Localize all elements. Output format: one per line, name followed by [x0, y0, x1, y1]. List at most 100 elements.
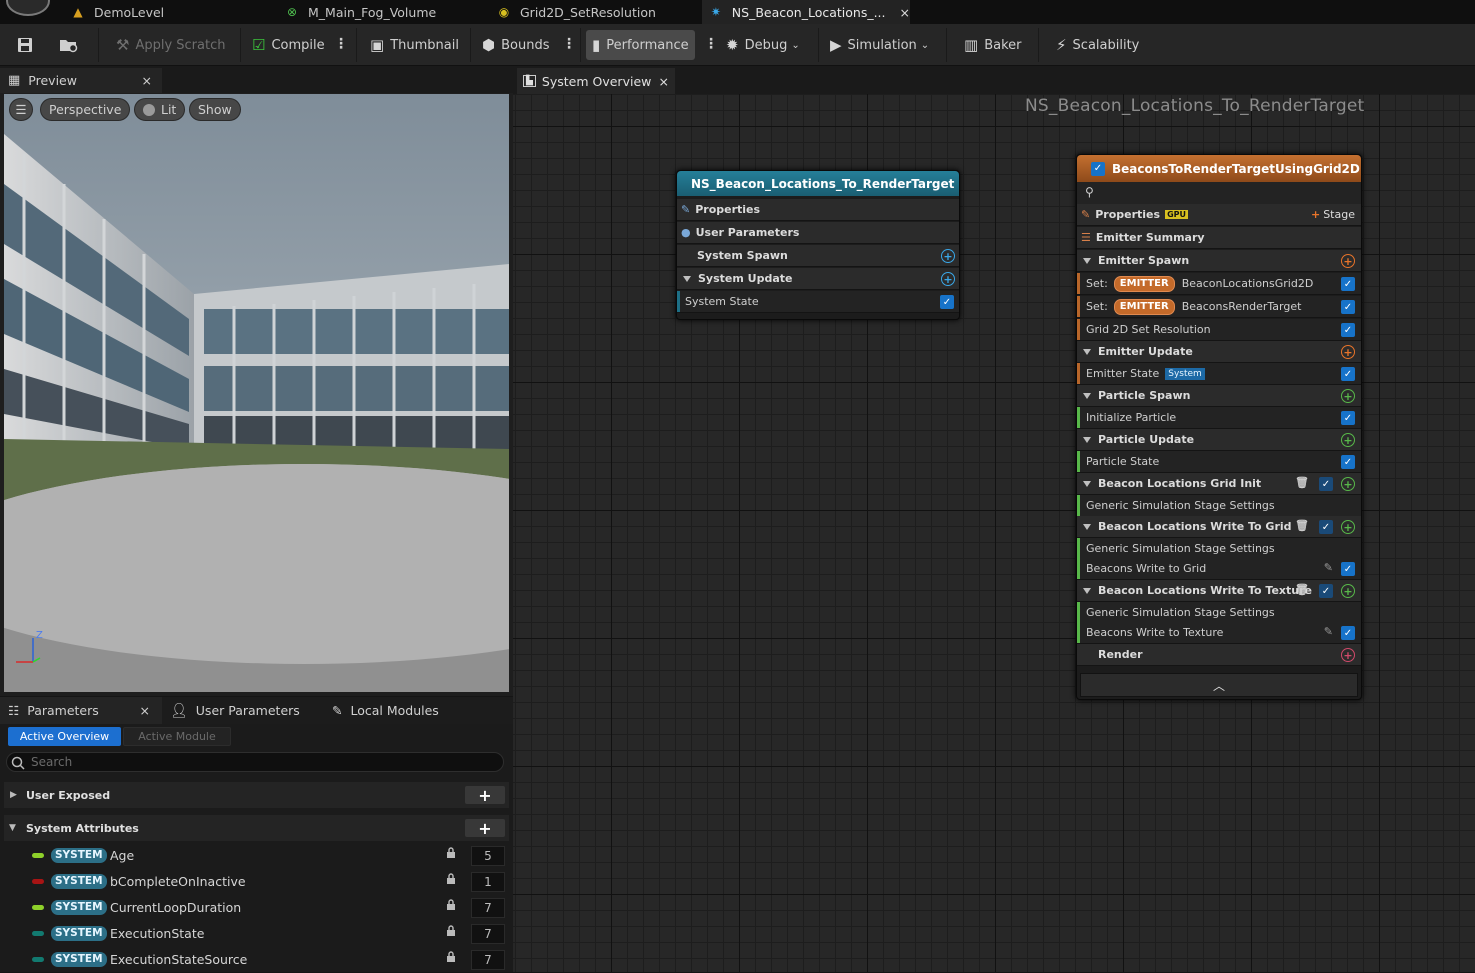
emitter-node-header[interactable]: ✓ BeaconsToRenderTargetUsingGrid2D [1077, 155, 1361, 182]
attribute-value-field[interactable]: 7 [471, 924, 505, 944]
generic-settings-row[interactable]: Generic Simulation Stage Settings [1077, 538, 1361, 560]
preview-viewport[interactable]: ☰ Perspective Lit Show Z [4, 94, 509, 692]
apply-scratch-button[interactable]: ⚒ Apply Scratch [110, 30, 231, 60]
attribute-value-field[interactable]: 7 [471, 898, 505, 918]
emitter-state-row[interactable]: Emitter State System ✓ [1077, 363, 1361, 385]
emitter-properties-row[interactable]: ✎ Properties GPU + Stage [1077, 204, 1361, 226]
tab-fog-volume[interactable]: ⊗ M_Main_Fog_Volume [284, 0, 484, 24]
parameters-close-icon[interactable]: × [140, 703, 150, 718]
thumbnail-button[interactable]: ▣ Thumbnail [364, 30, 465, 60]
system-attribute-row[interactable]: SYSTEM ExecutionStateSource 7 [0, 947, 513, 973]
add-module-icon[interactable]: + [941, 249, 955, 263]
active-overview-button[interactable]: Active Overview [8, 727, 121, 746]
add-module-icon[interactable]: + [941, 272, 955, 286]
tab-local-modules[interactable]: ✎ Local Modules [332, 697, 439, 724]
performance-options-icon[interactable]: ⋮ [704, 36, 718, 52]
particle-state-row[interactable]: Particle State ✓ [1077, 451, 1361, 473]
grid2d-set-resolution-row[interactable]: Grid 2D Set Resolution ✓ [1077, 319, 1361, 341]
enable-checkbox[interactable]: ✓ [1341, 411, 1355, 425]
attribute-value-field[interactable]: 5 [471, 846, 505, 866]
browse-button[interactable] [52, 30, 86, 60]
search-input[interactable]: Search [6, 752, 504, 772]
add-module-icon[interactable]: + [1341, 254, 1355, 268]
simulation-dropdown[interactable]: ▶ Simulation ⌄ [824, 30, 935, 60]
stage-grid-init-row[interactable]: Beacon Locations Grid Init 🗑︎ ✓ + [1077, 473, 1361, 495]
enable-checkbox[interactable]: ✓ [1341, 300, 1355, 314]
trash-icon[interactable]: 🗑︎ [1295, 519, 1309, 532]
emitter-enable-checkbox[interactable]: ✓ [1091, 161, 1105, 176]
add-stage-button[interactable]: + Stage [1311, 208, 1355, 221]
system-node[interactable]: NS_Beacon_Locations_To_RenderTarget ✎ Pr… [676, 170, 960, 320]
add-system-attribute-button[interactable]: + [465, 819, 505, 838]
enable-checkbox[interactable]: ✓ [1319, 477, 1333, 491]
enable-checkbox[interactable]: ✓ [1341, 277, 1355, 291]
compile-options-icon[interactable]: ⋮ [334, 36, 348, 52]
enable-checkbox[interactable]: ✓ [1319, 584, 1333, 598]
set-beacon-locations-grid-row[interactable]: Set: EMITTER BeaconLocationsGrid2D ✓ [1077, 273, 1361, 295]
add-user-exposed-button[interactable]: + [465, 786, 505, 805]
trash-icon[interactable]: 🗑︎ [1295, 476, 1309, 489]
collapse-node-button[interactable]: ︿ [1080, 673, 1358, 697]
trash-icon[interactable]: 🗑︎ [1295, 583, 1309, 596]
enable-checkbox[interactable]: ✓ [1341, 562, 1355, 576]
tab-parameters[interactable]: ☷ Parameters × [0, 697, 162, 724]
section-system-attributes[interactable]: ▼ System Attributes + [4, 815, 509, 841]
debug-dropdown[interactable]: ✹ Debug ⌄ [720, 30, 806, 60]
system-state-row[interactable]: System State ✓ [677, 291, 959, 313]
add-module-icon[interactable]: + [1341, 433, 1355, 447]
particle-spawn-row[interactable]: Particle Spawn + [1077, 385, 1361, 407]
add-renderer-icon[interactable]: + [1341, 648, 1355, 662]
add-module-icon[interactable]: + [1341, 389, 1355, 403]
attribute-value-field[interactable]: 7 [471, 950, 505, 970]
particle-update-row[interactable]: Particle Update + [1077, 429, 1361, 451]
stage-write-to-texture-row[interactable]: Beacon Locations Write To Texture 🗑︎ ✓ + [1077, 580, 1361, 602]
baker-button[interactable]: ▥ Baker [958, 30, 1027, 60]
emitter-summary-row[interactable]: ☰ Emitter Summary [1077, 227, 1361, 249]
add-module-icon[interactable]: + [1341, 477, 1355, 491]
system-overview-close-icon[interactable]: × [659, 74, 669, 89]
tab-demolevel[interactable]: ▲ DemoLevel [70, 0, 270, 24]
tab-system-overview[interactable]: ▙ System Overview × [517, 68, 675, 94]
emitter-node[interactable]: ✓ BeaconsToRenderTargetUsingGrid2D ⚲ ✎ P… [1076, 154, 1362, 700]
system-attribute-row[interactable]: SYSTEM ExecutionState 7 [0, 921, 513, 947]
set-beacons-render-target-row[interactable]: Set: EMITTER BeaconsRenderTarget ✓ [1077, 296, 1361, 318]
enable-checkbox[interactable]: ✓ [1341, 367, 1355, 381]
tab-grid2d-setresolution[interactable]: ◉ Grid2D_SetResolution [496, 0, 696, 24]
generic-settings-row[interactable]: Generic Simulation Stage Settings [1077, 495, 1361, 517]
bounds-button[interactable]: ⬢ Bounds [476, 30, 556, 60]
enable-checkbox[interactable]: ✓ [940, 295, 954, 309]
attribute-value-field[interactable]: 1 [471, 872, 505, 892]
scalability-button[interactable]: ⚡ Scalability [1050, 30, 1145, 60]
tab-close-icon[interactable]: × [900, 5, 910, 20]
enable-checkbox[interactable]: ✓ [1319, 520, 1333, 534]
tab-user-parameters[interactable]: 👤︎ User Parameters [170, 697, 300, 724]
tab-preview[interactable]: ▦ Preview × [0, 68, 162, 93]
initialize-particle-row[interactable]: Initialize Particle ✓ [1077, 407, 1361, 429]
system-user-parameters-row[interactable]: ● User Parameters [677, 222, 959, 244]
compile-button[interactable]: ☑ Compile [246, 30, 331, 60]
bounds-options-icon[interactable]: ⋮ [562, 36, 576, 52]
system-attribute-row[interactable]: SYSTEM Age 5 [0, 843, 513, 869]
scratch-pad-icon[interactable]: ✎ [1324, 625, 1333, 638]
enable-checkbox[interactable]: ✓ [1341, 455, 1355, 469]
system-spawn-row[interactable]: System Spawn + [677, 245, 959, 267]
beacons-write-to-texture-row[interactable]: Beacons Write to Texture ✎ ✓ [1077, 622, 1361, 644]
viewport-menu-button[interactable]: ☰ [9, 98, 33, 121]
scratch-pad-icon[interactable]: ✎ [1324, 561, 1333, 574]
lit-button[interactable]: Lit [134, 98, 186, 121]
performance-button[interactable]: ▮ Performance [586, 30, 695, 60]
add-module-icon[interactable]: + [1341, 520, 1355, 534]
emitter-update-row[interactable]: Emitter Update + [1077, 341, 1361, 363]
active-module-button[interactable]: Active Module [123, 727, 231, 746]
system-attribute-row[interactable]: SYSTEM CurrentLoopDuration 7 [0, 895, 513, 921]
save-button[interactable] [10, 30, 40, 60]
beacons-write-to-grid-row[interactable]: Beacons Write to Grid ✎ ✓ [1077, 558, 1361, 580]
system-node-header[interactable]: NS_Beacon_Locations_To_RenderTarget [677, 171, 959, 196]
system-attribute-row[interactable]: SYSTEM bCompleteOnInactive 1 [0, 869, 513, 895]
stage-write-to-grid-row[interactable]: Beacon Locations Write To Grid 🗑︎ ✓ + [1077, 516, 1361, 538]
preview-close-icon[interactable]: × [142, 73, 152, 88]
generic-settings-row[interactable]: Generic Simulation Stage Settings [1077, 602, 1361, 624]
enable-checkbox[interactable]: ✓ [1341, 626, 1355, 640]
render-row[interactable]: Render + [1077, 644, 1361, 666]
emitter-spawn-row[interactable]: Emitter Spawn + [1077, 250, 1361, 272]
